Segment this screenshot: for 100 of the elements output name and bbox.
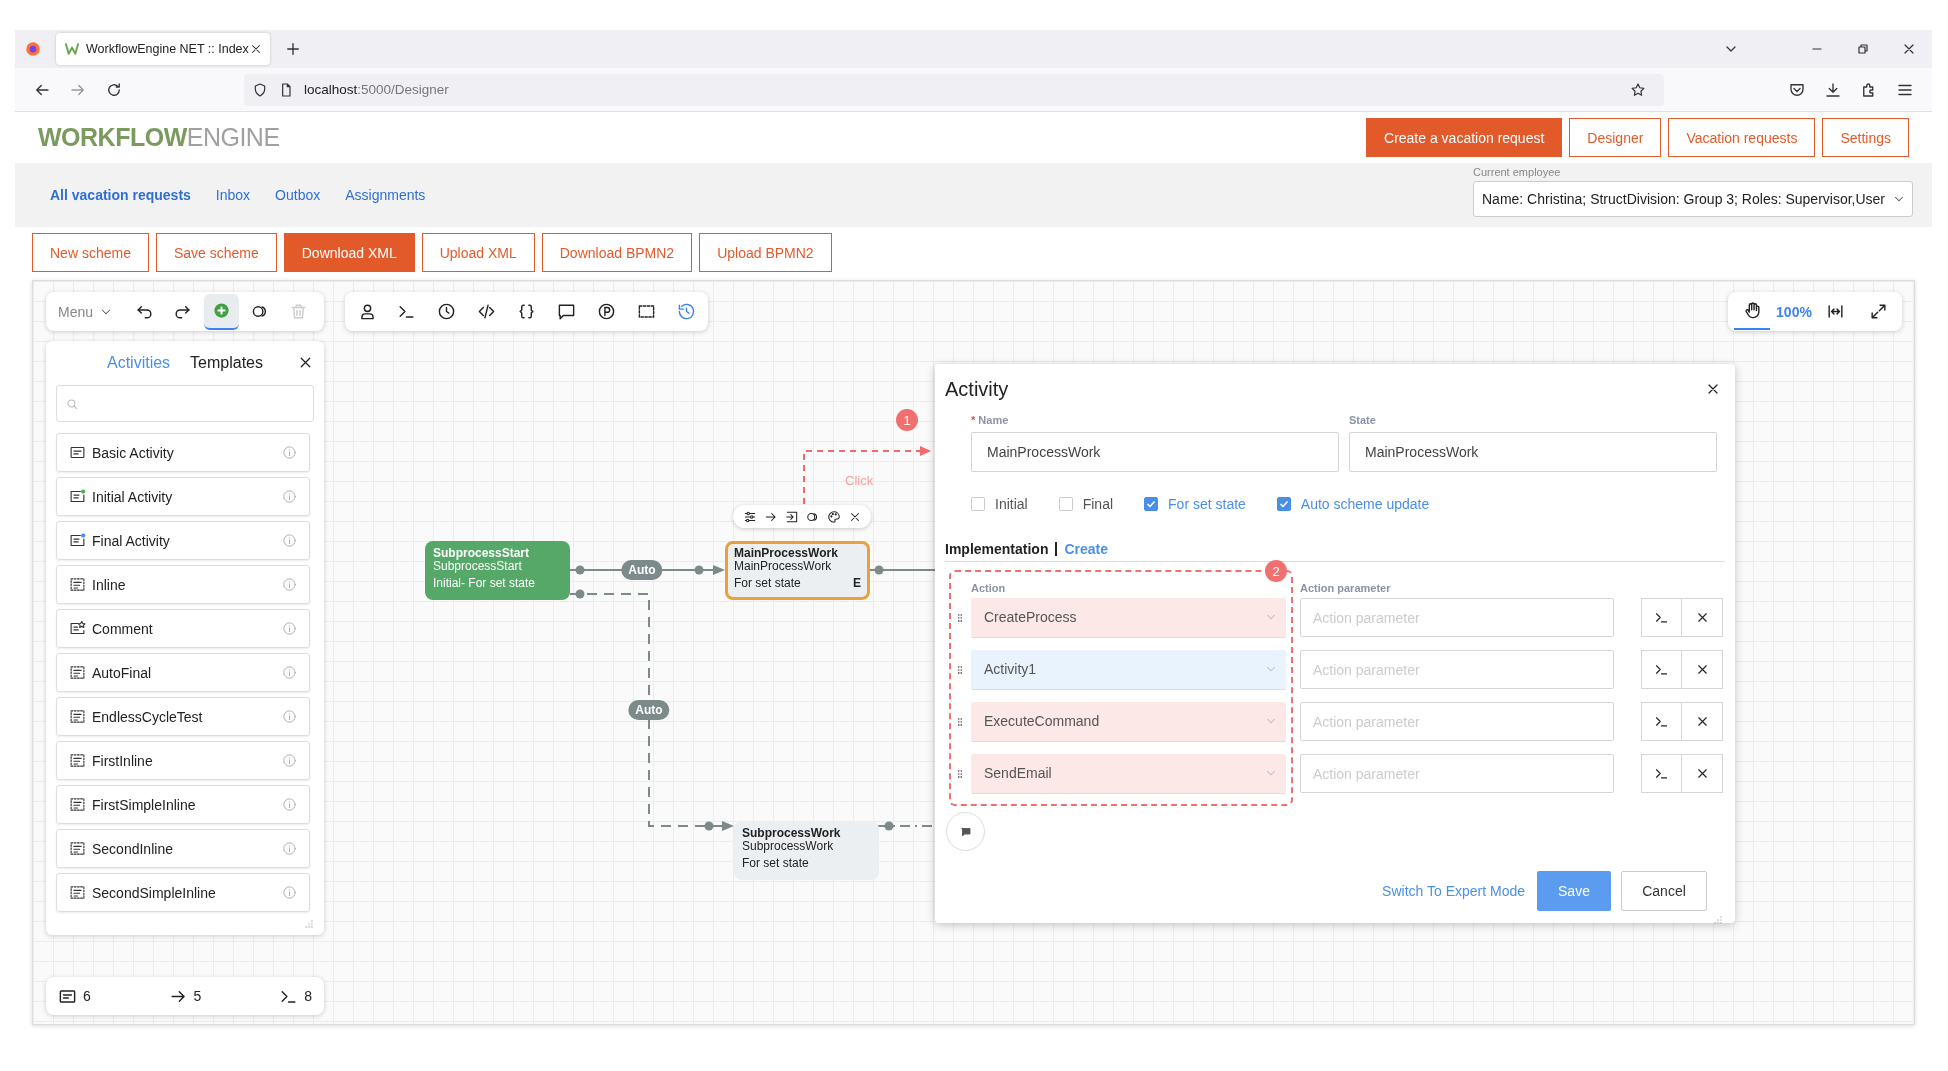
code-icon	[477, 302, 497, 321]
node-title: SubprocessStart	[433, 547, 531, 560]
employee-select[interactable]: Name: Christina; StructDivision: Group 3; Roles: Supervisor,User	[1473, 181, 1913, 217]
nav-link[interactable]: Outbox	[275, 187, 321, 203]
dashed-activity-icon	[69, 708, 86, 725]
new-tab-icon[interactable]	[284, 40, 302, 58]
header-button[interactable]: Create a vacation request	[1366, 118, 1563, 157]
check-icon	[1145, 498, 1158, 510]
hand-icon	[1742, 301, 1762, 320]
panel-tab[interactable]: Activities	[106, 354, 171, 372]
download-icon[interactable]	[1824, 80, 1842, 99]
restore-icon[interactable]	[1855, 41, 1871, 57]
dashed-activity-icon	[69, 884, 86, 901]
remove-button[interactable]	[1682, 650, 1723, 689]
terminal-icon	[1654, 766, 1669, 781]
star-icon[interactable]	[1630, 81, 1646, 98]
checkbox[interactable]	[1144, 497, 1159, 511]
palette-icon[interactable]	[826, 509, 841, 524]
activity-item[interactable]: SecondInline	[56, 829, 310, 868]
remove-button[interactable]	[1682, 598, 1723, 637]
activity-node[interactable]: MainProcessWork MainProcessWork For set state E	[725, 541, 870, 600]
field-label: * Name	[971, 414, 1010, 426]
transition-line[interactable]	[867, 565, 936, 575]
activity-item[interactable]: Basic Activity	[56, 433, 310, 472]
scheme-button[interactable]: Upload BPMN2	[699, 233, 832, 272]
comment-icon	[556, 302, 576, 321]
drag-handle-icon[interactable]	[955, 612, 965, 623]
search-field[interactable]	[56, 385, 314, 422]
scheme-button[interactable]: Upload XML	[421, 233, 535, 272]
action-select[interactable]: ExecuteCommand	[971, 701, 1286, 742]
dialog-title: Activity	[945, 377, 1009, 401]
checkbox[interactable]	[1058, 497, 1073, 511]
scheme-button[interactable]: Save scheme	[155, 233, 277, 272]
activity-dot-icon	[69, 488, 86, 505]
name-field[interactable]: MainProcessWork	[971, 432, 1339, 472]
activity-item[interactable]: Inline	[56, 565, 310, 604]
shield-icon	[252, 81, 268, 98]
resize-grip-icon[interactable]	[1713, 915, 1723, 925]
transition-arrow[interactable]	[569, 589, 734, 831]
trash-icon	[289, 302, 309, 321]
header-button[interactable]: Vacation requests	[1668, 118, 1816, 157]
checkbox[interactable]	[1276, 497, 1291, 511]
cancel-button[interactable]: Cancel	[1621, 871, 1707, 911]
checkbox[interactable]	[971, 497, 985, 511]
action-select[interactable]: Activity1	[971, 649, 1286, 690]
terminal-icon	[1654, 714, 1669, 729]
transition-label[interactable]: Auto	[621, 560, 663, 580]
node-state: SubprocessWork	[742, 840, 834, 853]
circled-p-icon	[596, 302, 616, 321]
search-icon	[65, 396, 79, 411]
activity-node[interactable]: SubprocessWork SubprocessWork For set state	[734, 821, 879, 880]
panel-tab[interactable]: Templates	[190, 354, 263, 372]
checkbox-label[interactable]: Final	[1082, 496, 1114, 512]
nav-link[interactable]: Assignments	[345, 187, 426, 203]
node-state: MainProcessWork	[734, 560, 833, 573]
action-select[interactable]: CreateProcess	[971, 597, 1286, 638]
create-link[interactable]: Create	[1064, 541, 1109, 557]
reload-icon[interactable]	[105, 80, 123, 99]
scheme-button[interactable]: Download XML	[283, 233, 415, 272]
activity-item[interactable]: AutoFinal	[56, 653, 310, 692]
state-field[interactable]: MainProcessWork	[1349, 432, 1717, 472]
transition-label[interactable]: Auto	[628, 700, 670, 720]
node-title: MainProcessWork	[734, 547, 839, 560]
add-icon	[212, 301, 231, 320]
add-button[interactable]	[204, 293, 239, 330]
drag-handle-icon[interactable]	[955, 716, 965, 727]
drag-handle-icon[interactable]	[955, 768, 965, 779]
checkbox-label[interactable]: Initial	[995, 496, 1028, 512]
activity-item[interactable]: SecondSimpleInline	[56, 873, 310, 912]
menu-button[interactable]: Menu	[54, 303, 118, 320]
browser-tab[interactable]: WorkflowEngine NET :: Index	[56, 33, 270, 65]
resize-grip-icon[interactable]	[304, 919, 314, 929]
browser-icon[interactable]	[24, 40, 42, 58]
scheme-button[interactable]: Download BPMN2	[541, 233, 693, 272]
zoom-level[interactable]: 100%	[1776, 303, 1812, 320]
activity-item[interactable]: FirstInline	[56, 741, 310, 780]
activity-item[interactable]: Comment	[56, 609, 310, 648]
header-button[interactable]: Designer	[1569, 118, 1662, 157]
activity-item[interactable]: EndlessCycleTest	[56, 697, 310, 736]
sliders-icon[interactable]	[742, 509, 757, 524]
node-info: Initial- For set state	[433, 577, 537, 590]
remove-button[interactable]	[1682, 702, 1723, 741]
activity-item[interactable]: FirstSimpleInline	[56, 785, 310, 824]
activity-item[interactable]: Initial Activity	[56, 477, 310, 516]
expert-mode-link[interactable]: Switch To Expert Mode	[1382, 883, 1525, 899]
checkbox-label[interactable]: Auto scheme update	[1300, 496, 1430, 512]
action-select[interactable]: SendEmail	[971, 753, 1286, 794]
drag-handle-icon[interactable]	[955, 664, 965, 675]
scheme-button[interactable]: New scheme	[32, 233, 149, 272]
activity-item[interactable]: Final Activity	[56, 521, 310, 560]
checkbox-label[interactable]: For set state	[1168, 496, 1246, 512]
section-title: Implementation	[945, 541, 1049, 557]
step-badge: 2	[1265, 560, 1287, 582]
remove-button[interactable]	[1682, 754, 1723, 793]
header-button[interactable]: Settings	[1822, 118, 1909, 157]
address-bar[interactable]: localhost:5000/Designer	[244, 73, 1664, 106]
nav-link[interactable]: Inbox	[215, 187, 251, 203]
enter-icon[interactable]	[784, 509, 799, 524]
nav-link[interactable]: All vacation requests	[50, 187, 191, 203]
expand-icon	[1868, 302, 1888, 321]
